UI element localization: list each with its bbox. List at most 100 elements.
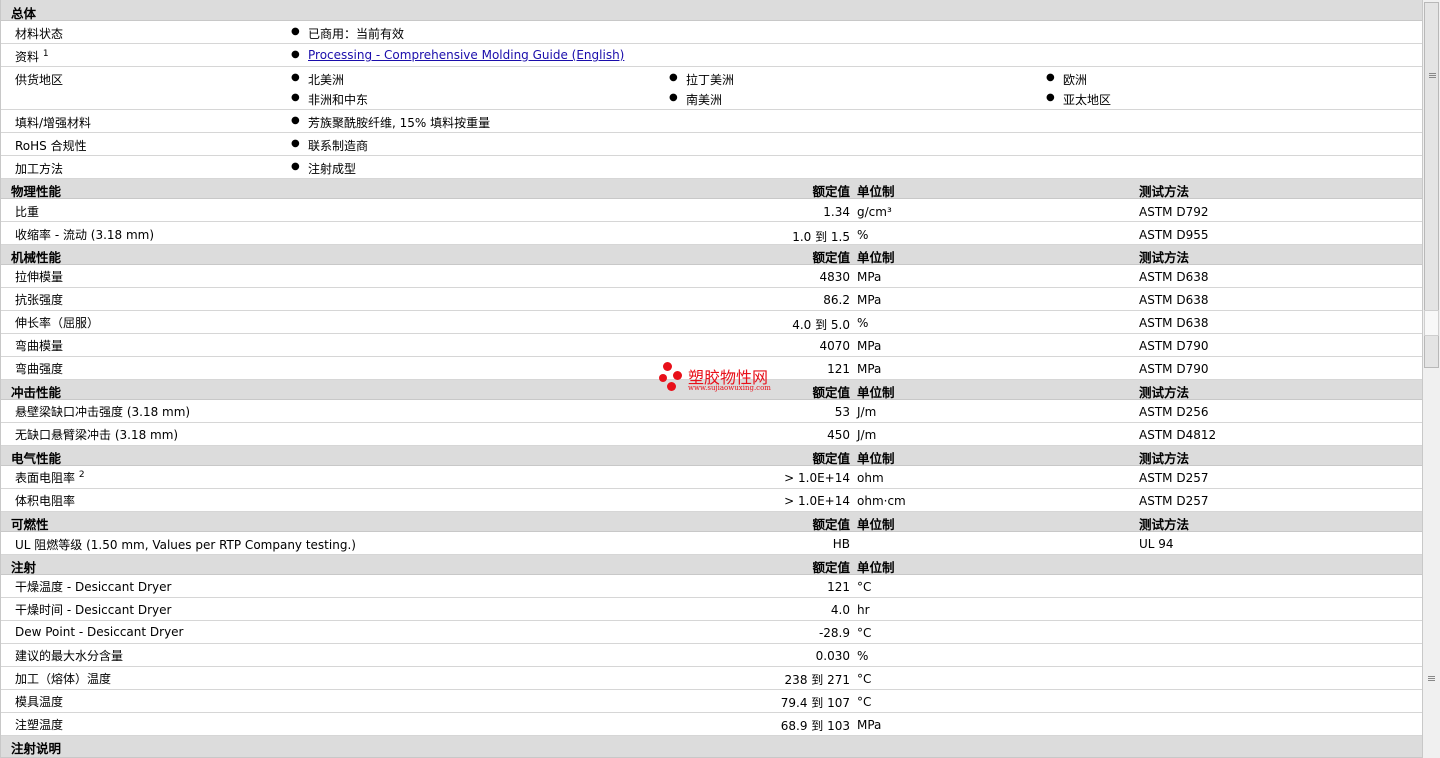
- property-unit: MPa: [857, 293, 882, 307]
- property-test: ASTM D638: [1139, 270, 1209, 284]
- region-item: 欧洲: [1063, 73, 1088, 87]
- property-label: UL 阻燃等级 (1.50 mm, Values per RTP Company…: [15, 538, 356, 552]
- section-title: 注射: [11, 560, 37, 575]
- header-nominal: 额定值: [812, 560, 850, 575]
- property-value: 4.0 到 5.0: [792, 318, 850, 332]
- property-label: 干燥温度 - Desiccant Dryer: [15, 580, 172, 594]
- property-row: 抗张强度 86.2 MPa ASTM D638: [1, 288, 1422, 311]
- watermark-url: www.sujiaowuxing.com: [688, 384, 771, 392]
- property-test: ASTM D257: [1139, 471, 1209, 485]
- property-row: 悬壁梁缺口冲击强度 (3.18 mm) 53 J/m ASTM D256: [1, 400, 1422, 423]
- scrollbar-thumb-secondary[interactable]: [1424, 310, 1439, 336]
- logo-dot: [667, 382, 676, 391]
- header-nominal: 额定值: [812, 385, 850, 400]
- property-row: 模具温度 79.4 到 107 °C: [1, 690, 1422, 713]
- property-row: 干燥时间 - Desiccant Dryer 4.0 hr: [1, 598, 1422, 621]
- row-label: 供货地区: [15, 73, 64, 87]
- footnote-marker: 1: [42, 49, 49, 59]
- property-row: 无缺口悬臂梁冲击 (3.18 mm) 450 J/m ASTM D4812: [1, 423, 1422, 446]
- property-value: > 1.0E+14: [784, 471, 850, 485]
- vertical-scrollbar[interactable]: [1422, 0, 1440, 758]
- header-nominal: 额定值: [812, 451, 850, 466]
- property-row: 拉伸模量 4830 MPa ASTM D638: [1, 265, 1422, 288]
- section-title: 机械性能: [11, 250, 62, 265]
- grip-line: [1429, 77, 1436, 78]
- property-label: 弯曲模量: [15, 339, 64, 353]
- bullet-icon: ●: [669, 72, 678, 83]
- property-unit: °C: [857, 626, 872, 640]
- property-row: 伸长率（屈服） 4.0 到 5.0 % ASTM D638: [1, 311, 1422, 334]
- header-nominal: 额定值: [812, 517, 850, 532]
- section-injection-notes-header: 注射说明: [1, 736, 1422, 758]
- grip-line: [1429, 73, 1436, 74]
- bullet-icon: ●: [291, 115, 300, 126]
- region-item: 非洲和中东: [308, 93, 369, 107]
- property-value: -28.9: [818, 626, 850, 640]
- bullet-icon: ●: [1046, 72, 1055, 83]
- property-unit: °C: [857, 672, 872, 686]
- property-value: 238 到 271: [784, 673, 850, 687]
- header-nominal: 额定值: [812, 184, 850, 199]
- property-row: 干燥温度 - Desiccant Dryer 121 °C: [1, 575, 1422, 598]
- property-label: 伸长率（屈服）: [15, 316, 100, 330]
- property-value: 121: [827, 580, 850, 594]
- property-unit: g/cm³: [857, 205, 892, 219]
- region-item: 亚太地区: [1063, 93, 1112, 107]
- property-unit: MPa: [857, 270, 882, 284]
- header-test-method: 测试方法: [1139, 184, 1190, 199]
- header-test-method: 测试方法: [1139, 451, 1190, 466]
- property-unit: ohm: [857, 471, 884, 485]
- section-title: 冲击性能: [11, 385, 62, 400]
- row-label: 资料 1: [15, 49, 49, 64]
- bullet-icon: ●: [291, 26, 300, 37]
- section-title: 电气性能: [11, 451, 62, 466]
- property-test: ASTM D257: [1139, 494, 1209, 508]
- header-nominal: 额定值: [812, 250, 850, 265]
- property-value: > 1.0E+14: [784, 494, 850, 508]
- property-row: 加工（熔体）温度 238 到 271 °C: [1, 667, 1422, 690]
- property-test: ASTM D4812: [1139, 428, 1217, 442]
- section-title: 可燃性: [11, 517, 49, 532]
- processing-guide-link[interactable]: Processing - Comprehensive Molding Guide…: [308, 48, 624, 62]
- header-test-method: 测试方法: [1139, 385, 1190, 400]
- property-value: HB: [832, 537, 850, 551]
- row-label: 材料状态: [15, 27, 64, 41]
- property-unit: °C: [857, 695, 872, 709]
- watermark-logo: 塑胶物性网 www.sujiaowuxing.com: [657, 362, 787, 396]
- grip-line: [1428, 676, 1435, 677]
- property-unit: ohm·cm: [857, 494, 906, 508]
- row-processing-method: 加工方法 ● 注射成型: [1, 156, 1422, 179]
- property-unit: J/m: [857, 405, 877, 419]
- header-unit: 单位制: [857, 517, 895, 532]
- property-value: 86.2: [823, 293, 850, 307]
- property-value: 53: [834, 405, 850, 419]
- property-test: ASTM D790: [1139, 362, 1209, 376]
- property-label: 加工（熔体）温度: [15, 672, 112, 686]
- property-label: 比重: [15, 205, 40, 219]
- header-unit: 单位制: [857, 385, 895, 400]
- row-value: 芳族聚酰胺纤维, 15% 填料按重量: [308, 116, 491, 130]
- header-test-method: 测试方法: [1139, 250, 1190, 265]
- property-unit: %: [857, 228, 869, 242]
- section-flammability-header: 可燃性 额定值 单位制 测试方法: [1, 512, 1422, 532]
- header-unit: 单位制: [857, 184, 895, 199]
- row-value: 注射成型: [308, 162, 357, 176]
- section-title: 注射说明: [11, 741, 62, 756]
- property-value: 1.0 到 1.5: [792, 230, 850, 244]
- header-unit: 单位制: [857, 560, 895, 575]
- bullet-icon: ●: [291, 138, 300, 149]
- property-test: ASTM D792: [1139, 205, 1209, 219]
- row-filler: 填料/增强材料 ● 芳族聚酰胺纤维, 15% 填料按重量: [1, 110, 1422, 133]
- property-label: 收缩率 - 流动 (3.18 mm): [15, 228, 155, 242]
- bullet-icon: ●: [291, 161, 300, 172]
- property-value: 0.030: [815, 649, 850, 663]
- property-test: ASTM D638: [1139, 316, 1209, 330]
- row-regions: 供货地区 ● 北美洲 ● 拉丁美洲 ● 欧洲 ● 非洲和中东 ● 南美洲 ● 亚…: [1, 67, 1422, 110]
- header-unit: 单位制: [857, 451, 895, 466]
- section-mechanical-header: 机械性能 额定值 单位制 测试方法: [1, 245, 1422, 265]
- property-label: 抗张强度: [15, 293, 64, 307]
- property-row: 收缩率 - 流动 (3.18 mm) 1.0 到 1.5 % ASTM D955: [1, 222, 1422, 245]
- property-row: 注塑温度 68.9 到 103 MPa: [1, 713, 1422, 736]
- row-material-status: 材料状态 ● 已商用：当前有效: [1, 21, 1422, 44]
- property-unit: MPa: [857, 339, 882, 353]
